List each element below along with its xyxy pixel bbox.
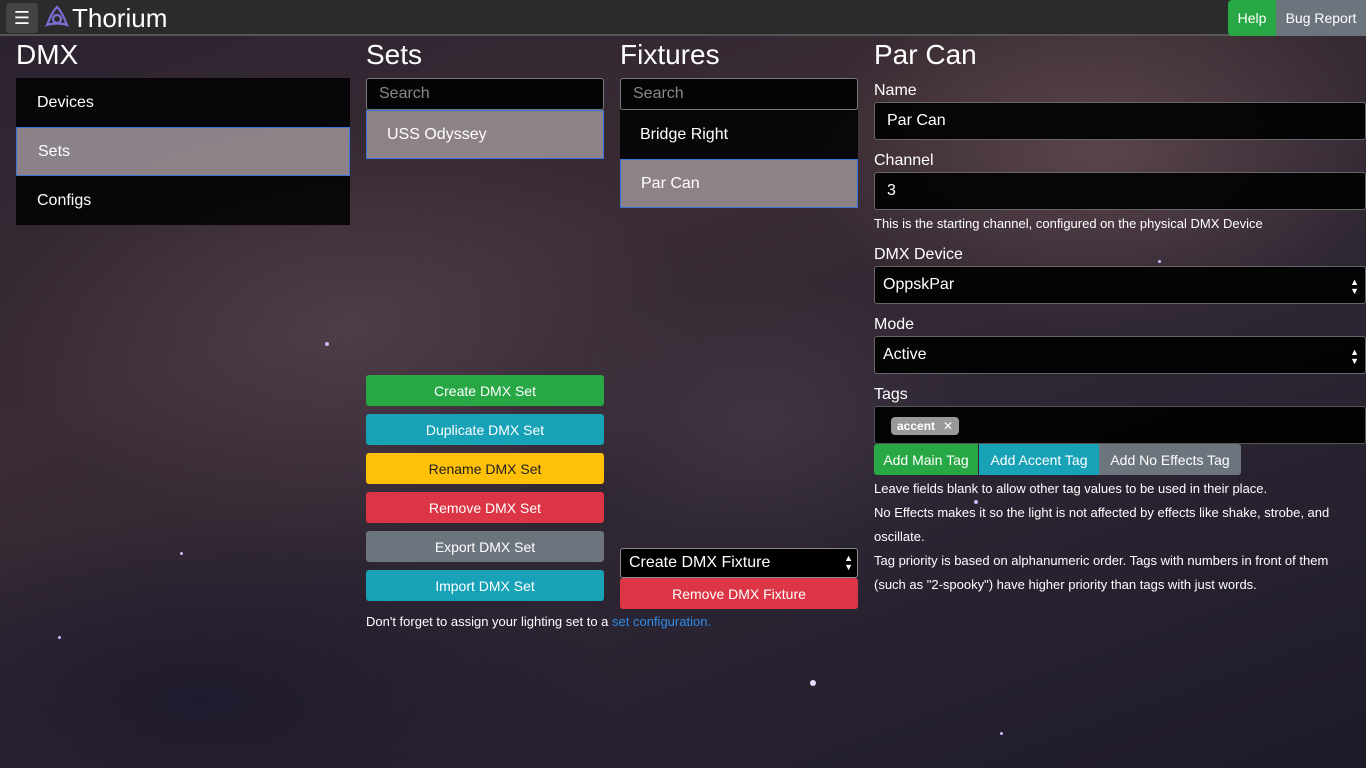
background-star — [58, 636, 61, 639]
background-star — [810, 680, 816, 686]
tag-pill-label: accent — [897, 419, 936, 433]
create-dmx-fixture-select[interactable]: Create DMX Fixture ▲ ▼ — [620, 548, 858, 578]
export-dmx-set-button[interactable]: Export DMX Set — [366, 531, 604, 562]
add-no-effects-tag-button[interactable]: Add No Effects Tag — [1099, 444, 1241, 475]
nav-item-sets[interactable]: Sets — [16, 127, 350, 176]
sets-title: Sets — [366, 39, 423, 70]
set-item-uss-odyssey[interactable]: USS Odyssey — [366, 110, 604, 159]
sets-search-input[interactable]: Search — [366, 78, 604, 110]
nav-item-devices[interactable]: Devices — [16, 78, 350, 127]
fixture-item-bridge-right[interactable]: Bridge Right — [620, 110, 858, 159]
dmx-device-select-value: OppskPar — [883, 276, 955, 293]
select-arrows-icon: ▲ ▼ — [1350, 277, 1359, 296]
add-accent-tag-button[interactable]: Add Accent Tag — [979, 444, 1099, 475]
channel-label: Channel — [874, 152, 934, 169]
dmx-device-select[interactable]: OppskPar ▲ ▼ — [874, 266, 1366, 304]
background-star — [180, 552, 183, 555]
channel-help-text: This is the starting channel, configured… — [874, 216, 1263, 231]
name-field[interactable]: Par Can — [874, 102, 1366, 140]
create-dmx-set-button[interactable]: Create DMX Set — [366, 375, 604, 406]
thorium-logo-icon — [45, 5, 69, 27]
top-navbar: ☰ Thorium Help Bug Report — [0, 0, 1366, 36]
background-star — [1000, 732, 1003, 735]
tags-help-text-3: Tag priority is based on alphanumeric or… — [874, 553, 1329, 592]
remove-tag-icon[interactable]: ✕ — [943, 419, 953, 433]
mode-label: Mode — [874, 316, 915, 333]
fixture-detail-title: Par Can — [874, 39, 977, 70]
app-title: Thorium — [72, 3, 168, 33]
name-label: Name — [874, 82, 917, 99]
hamburger-menu-button[interactable]: ☰ — [6, 3, 38, 33]
mode-select[interactable]: Active ▲ ▼ — [874, 336, 1366, 374]
background-star — [1158, 260, 1161, 263]
tag-pill: accent ✕ — [891, 417, 960, 435]
create-dmx-fixture-select-value: Create DMX Fixture — [629, 554, 771, 571]
tags-label: Tags — [874, 386, 908, 403]
fixtures-search-input[interactable]: Search — [620, 78, 858, 110]
remove-dmx-fixture-button[interactable]: Remove DMX Fixture — [620, 578, 858, 609]
rename-dmx-set-button[interactable]: Rename DMX Set — [366, 453, 604, 484]
select-arrows-icon: ▲ ▼ — [844, 553, 853, 572]
tags-help-text-1: Leave fields blank to allow other tag va… — [874, 481, 1268, 496]
set-config-note: Don't forget to assign your lighting set… — [366, 614, 711, 629]
set-configuration-link[interactable]: set configuration. — [612, 614, 711, 629]
add-main-tag-button[interactable]: Add Main Tag — [874, 444, 978, 475]
duplicate-dmx-set-button[interactable]: Duplicate DMX Set — [366, 414, 604, 445]
channel-field[interactable]: 3 — [874, 172, 1366, 210]
hamburger-icon: ☰ — [13, 7, 31, 28]
dmx-title: DMX — [16, 39, 79, 70]
import-dmx-set-button[interactable]: Import DMX Set — [366, 570, 604, 601]
fixtures-title: Fixtures — [620, 39, 720, 70]
help-button[interactable]: Help — [1228, 0, 1276, 36]
remove-dmx-set-button[interactable]: Remove DMX Set — [366, 492, 604, 523]
bug-report-button[interactable]: Bug Report — [1276, 0, 1366, 36]
select-arrows-icon: ▲ ▼ — [1350, 347, 1359, 366]
tags-help-text-2: No Effects makes it so the light is not … — [874, 505, 1330, 544]
background-star — [325, 342, 329, 346]
nav-item-configs[interactable]: Configs — [16, 176, 350, 225]
dmx-device-label: DMX Device — [874, 246, 963, 263]
dmx-nav-list: Devices Sets Configs — [16, 78, 350, 225]
tags-input[interactable]: accent ✕ — [874, 406, 1366, 444]
fixture-item-par-can[interactable]: Par Can — [620, 159, 858, 208]
mode-select-value: Active — [883, 346, 927, 363]
set-config-note-text: Don't forget to assign your lighting set… — [366, 614, 609, 629]
